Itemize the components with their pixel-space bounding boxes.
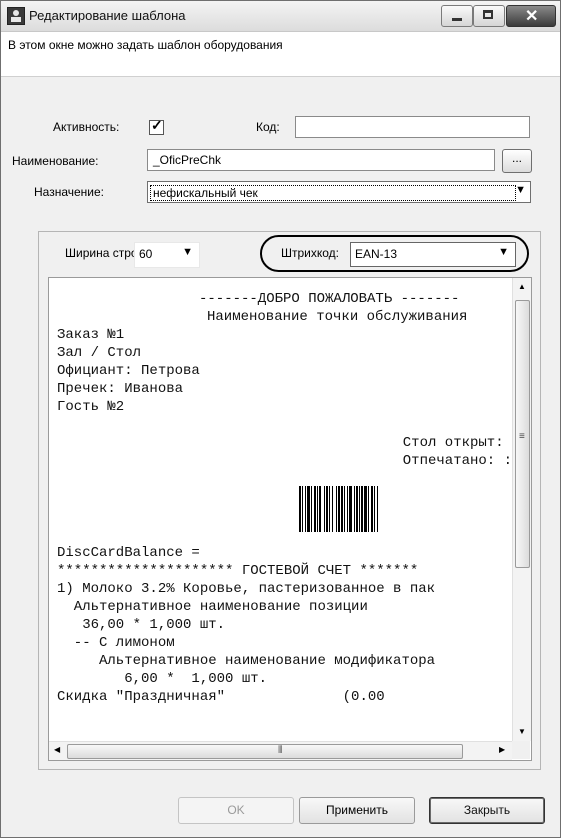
checkmark-icon: ✓ [151,117,163,133]
ok-button[interactable]: OK [178,797,294,824]
close-icon: ✕ [525,8,539,25]
receipt-preview[interactable]: -------ДОБРО ПОЖАЛОВАТЬ ------- Наименов… [48,277,532,761]
barcode-image [299,486,378,532]
barcode-bar [356,486,358,532]
preview-right-line: Отпечатано: : [402,453,512,469]
barcode-bar [361,486,363,532]
preview-line: 6,00 * 1,000 шт. [57,671,268,687]
info-text: В этом окне можно задать шаблон оборудов… [8,38,283,52]
barcode-bar [314,486,316,532]
barcode-bar [368,486,369,532]
barcode-bar [319,486,321,532]
chevron-down-icon: ▼ [498,246,509,258]
line-width-select[interactable]: 60 ▼ [134,242,200,268]
barcode-bar [349,486,352,532]
grip-icon: ⦀ [278,745,283,756]
chevron-down-icon: ▼ [515,184,526,196]
barcode-bar [354,486,355,532]
barcode-bar [377,486,378,532]
barcode-bar [332,486,333,532]
name-label: Наименование: [12,154,99,168]
active-checkbox[interactable]: ✓ [149,117,164,135]
info-panel: В этом окне можно задать шаблон оборудов… [1,32,560,77]
vertical-scrollbar[interactable]: ▲ ≡ ▼ [512,278,531,741]
vertical-scroll-thumb[interactable]: ≡ [515,300,530,568]
apply-button[interactable]: Применить [299,797,415,824]
preview-header-line: -------ДОБРО ПОЖАЛОВАТЬ ------- [199,291,460,307]
preview-line: -- С лимоном [57,635,175,651]
active-label: Активность: [53,120,120,134]
scroll-right-icon[interactable]: ▶ [499,745,505,754]
horizontal-scroll-thumb[interactable]: ⦀ [67,744,463,759]
preview-right-line: Стол открыт: [402,435,512,451]
barcode-label: Штрихкод: [281,246,340,260]
scroll-up-icon[interactable]: ▲ [518,282,526,291]
barcode-bar [371,486,373,532]
purpose-select[interactable]: нефискальный чек ▼ [147,181,531,203]
barcode-bar [329,486,330,532]
preview-line: Официант: Петрова [57,363,200,379]
template-editor-window: Редактирование шаблона ✕ В этом окне мож… [0,0,561,838]
barcode-bar [324,486,325,532]
title-bar[interactable]: Редактирование шаблона ✕ [1,1,560,32]
preview-line: DiscCardBalance = [57,545,200,561]
maximize-button[interactable] [473,5,505,27]
preview-line: Пречек: Иванова [57,381,184,397]
maximize-icon [483,10,493,19]
barcode-bar [364,486,367,532]
preview-line: ********************* ГОСТЕВОЙ СЧЕТ ****… [57,563,419,579]
barcode-bar [359,486,360,532]
barcode-bar [338,486,340,532]
preview-line: Скидка "Праздничная" (0.00 [57,689,385,705]
barcode-bar [344,486,345,532]
preview-line: Альтернативное наименование модификатора [57,653,436,669]
barcode-bar [326,486,328,532]
preview-line: Гость №2 [57,399,125,415]
barcode-bar [336,486,337,532]
preview-line: Альтернативное наименование позиции [57,599,368,615]
barcode-bar [374,486,375,532]
barcode-bar [347,486,348,532]
barcode-select[interactable]: EAN-13 ▼ [350,242,516,267]
name-input[interactable]: _OficPreChk [147,149,495,171]
barcode-bar [311,486,312,532]
minimize-button[interactable] [441,5,473,27]
barcode-bar [302,486,303,532]
preview-line: 36,00 * 1,000 шт. [57,617,226,633]
barcode-bar [317,486,318,532]
code-label: Код: [256,120,280,134]
grip-icon: ≡ [519,431,525,442]
barcode-bar [299,486,301,532]
scroll-corner [512,741,530,759]
barcode-bar [305,486,306,532]
barcode-bar [341,486,343,532]
app-user-icon [7,7,25,25]
close-button[interactable]: Закрыть [429,797,545,824]
purpose-value: нефискальный чек [150,185,516,201]
preview-line: Зал / Стол [57,345,142,361]
line-width-value: 60 [139,247,153,261]
barcode-value: EAN-13 [355,247,398,261]
preview-line: Заказ №1 [57,327,125,343]
barcode-bar [307,486,310,532]
horizontal-scrollbar[interactable]: ◀ ⦀ ▶ [49,741,512,760]
browse-button[interactable]: ... [502,149,532,173]
scroll-down-icon[interactable]: ▼ [518,727,526,736]
scroll-left-icon[interactable]: ◀ [54,745,60,754]
window-title: Редактирование шаблона [29,8,186,23]
purpose-label: Назначение: [34,185,105,199]
minimize-icon [452,18,462,21]
chevron-down-icon: ▼ [182,246,193,258]
close-window-button[interactable]: ✕ [506,5,556,27]
receipt-text: -------ДОБРО ПОЖАЛОВАТЬ ------- Наименов… [49,278,512,741]
preview-line: 1) Молоко 3.2% Коровье, пастеризованное … [57,581,436,597]
preview-header-line: Наименование точки обслуживания [207,309,468,325]
code-input[interactable] [295,116,530,138]
